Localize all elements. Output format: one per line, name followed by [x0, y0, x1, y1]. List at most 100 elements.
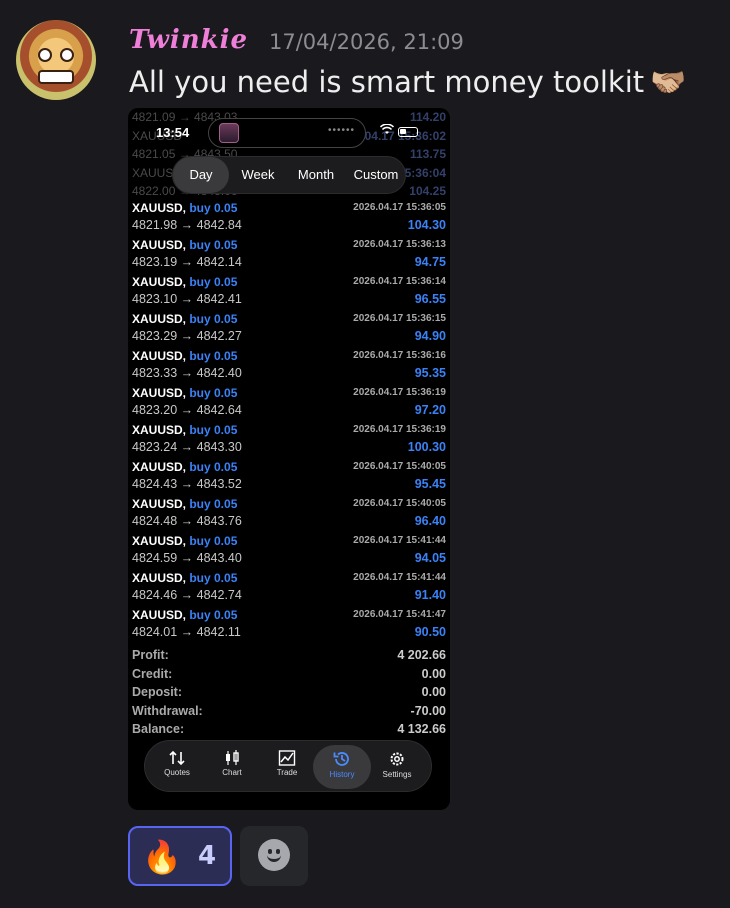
summary-label: Credit:	[132, 666, 173, 681]
trade-profit: 95.45	[414, 477, 446, 491]
tab-month[interactable]: Month	[287, 157, 345, 193]
trade-date: 2026.04.17 15:36:19	[353, 387, 446, 398]
trade-prices: 4823.20 → 4842.64	[132, 403, 242, 417]
trade-profit: 97.20	[414, 403, 446, 417]
summary-label: Profit:	[132, 648, 169, 662]
trade-date: 2026.04.17 15:41:47	[353, 609, 446, 620]
trade-row[interactable]: XAUUSD, buy 0.05 2026.04.17 15:41:44 4824.…	[132, 534, 446, 571]
trade-symbol: XAUUSD, buy 0.05	[132, 238, 238, 252]
user-avatar[interactable]	[16, 20, 96, 100]
message-body: All you need is smart money toolkit	[129, 65, 645, 99]
trade-row[interactable]: XAUUSD, buy 0.05 2026.04.17 15:36:15 4823.…	[132, 312, 446, 349]
trade-side: buy 0.05	[189, 497, 238, 511]
add-reaction-button[interactable]	[240, 826, 308, 886]
trade-symbol: XAUUSD, buy 0.05	[132, 275, 238, 289]
username[interactable]: Twinkie	[129, 25, 248, 55]
trade-row[interactable]: XAUUSD, buy 0.05 2026.04.17 15:41:44 4824.…	[132, 571, 446, 608]
trade-date: 2026.04.17 15:40:05	[353, 461, 446, 472]
trade-row[interactable]: XAUUSD, buy 0.05 2026.04.17 15:40:05 4824.…	[132, 460, 446, 497]
tab-custom[interactable]: Custom	[345, 157, 407, 193]
tab-quotes[interactable]: Quotes	[148, 745, 206, 789]
tab-settings[interactable]: Settings	[368, 745, 426, 789]
summary-value: 4 202.66	[397, 648, 446, 662]
trade-profit: 95.35	[414, 366, 446, 380]
trade-profit: 91.40	[414, 588, 446, 602]
trade-side: buy 0.05	[189, 201, 238, 215]
wifi-icon	[379, 123, 395, 138]
dynamic-island: ••••••	[208, 118, 366, 148]
trade-row[interactable]: XAUUSD, buy 0.05 2026.04.17 15:36:13 4823.…	[132, 238, 446, 275]
island-thumbnail	[219, 123, 239, 143]
trade-date: 2026.04.17 15:36:16	[353, 350, 446, 361]
trade-prices: 4823.10 → 4842.41	[132, 292, 242, 306]
trade-date: 2026.04.17 15:36:13	[353, 239, 446, 250]
trade-symbol: XAUUSD, buy 0.05	[132, 608, 238, 622]
settings-icon	[368, 750, 426, 768]
trade-row[interactable]: XAUUSD, buy 0.05 2026.04.17 15:36:19 4823.…	[132, 386, 446, 423]
trade-profit: 100.30	[407, 440, 446, 454]
tab-week[interactable]: Week	[229, 157, 287, 193]
tab-trade[interactable]: Trade	[258, 745, 316, 789]
handshake-emoji: 🫱🏼‍🫲🏽	[650, 65, 687, 99]
reaction-count: 4	[198, 841, 217, 871]
tab-label: Settings	[382, 770, 412, 779]
tab-day[interactable]: Day	[173, 157, 229, 193]
trade-side: buy 0.05	[189, 571, 238, 585]
trade-prices: 4823.29 → 4842.27	[132, 329, 242, 343]
trade-prices: 4824.46 → 4842.74	[132, 588, 242, 602]
trade-date: 2026.04.17 15:41:44	[353, 572, 446, 583]
trade-profit: 96.55	[414, 292, 446, 306]
trade-row[interactable]: XAUUSD, buy 0.05 2026.04.17 15:36:19 4823.…	[132, 423, 446, 460]
avatar-eye	[38, 48, 52, 62]
tab-label: History	[329, 770, 355, 779]
trade-symbol: XAUUSD, buy 0.05	[132, 201, 238, 215]
avatar-mouth	[38, 70, 74, 84]
trade-symbol: XAUUSD, buy 0.05	[132, 312, 238, 326]
trade-date: 2026.04.17 15:41:44	[353, 535, 446, 546]
island-dots: ••••••	[327, 125, 355, 136]
trade-side: buy 0.05	[189, 608, 238, 622]
chart-icon	[203, 750, 261, 766]
tab-chart[interactable]: Chart	[203, 745, 261, 789]
battery-icon	[398, 127, 418, 137]
trade-side: buy 0.05	[189, 386, 238, 400]
trade-row[interactable]: XAUUSD, buy 0.05 2026.04.17 15:40:05 4824.…	[132, 497, 446, 534]
tab-label: Chart	[222, 768, 242, 777]
trade-side: buy 0.05	[189, 534, 238, 548]
attached-screenshot[interactable]: 4821.09 → 4843.03 114.20 XAUUSD 2026.04.17 …	[128, 108, 450, 810]
trade-prices: 4823.33 → 4842.40	[132, 366, 242, 380]
trade-row[interactable]: XAUUSD, buy 0.05 2026.04.17 15:41:47 4824.…	[132, 608, 446, 645]
trade-prices: 4824.48 → 4843.76	[132, 514, 242, 528]
trade-prices: 4821.98 → 4842.84	[132, 218, 242, 232]
trade-symbol: XAUUSD, buy 0.05	[132, 349, 238, 363]
summary-value: -70.00	[410, 703, 446, 718]
ghost-value: 104.25	[409, 184, 446, 198]
trade-date: 2026.04.17 15:40:05	[353, 498, 446, 509]
trade-prices: 4823.24 → 4843.30	[132, 440, 242, 454]
status-clock: 13:54	[156, 125, 190, 140]
trade-row[interactable]: XAUUSD, buy 0.05 2026.04.17 15:36:05 4821.…	[132, 201, 446, 238]
fire-icon: 🔥	[142, 838, 182, 876]
summary-value: 0.00	[421, 685, 446, 699]
trade-symbol: XAUUSD, buy 0.05	[132, 571, 238, 585]
trade-icon	[258, 750, 316, 766]
history-icon	[313, 750, 371, 768]
trade-prices: 4824.43 → 4843.52	[132, 477, 242, 491]
summary-label: Deposit:	[132, 685, 182, 699]
trade-prices: 4823.19 → 4842.14	[132, 255, 242, 269]
period-selector: Day Week Month Custom	[172, 156, 406, 194]
smiley-icon	[258, 839, 290, 871]
trade-profit: 96.40	[414, 514, 446, 528]
trade-profit: 104.30	[407, 218, 446, 232]
tab-history[interactable]: History	[313, 745, 371, 789]
trade-side: buy 0.05	[189, 349, 238, 363]
trade-row[interactable]: XAUUSD, buy 0.05 2026.04.17 15:36:16 4823.…	[132, 349, 446, 386]
trade-side: buy 0.05	[189, 312, 238, 326]
trade-row[interactable]: XAUUSD, buy 0.05 2026.04.17 15:36:14 4823.…	[132, 275, 446, 312]
fire-reaction-button[interactable]: 🔥 4	[128, 826, 232, 886]
message-text: All you need is smart money toolkit 🫱🏼‍🫲🏽	[129, 65, 686, 100]
trade-date: 2026.04.17 15:36:19	[353, 424, 446, 435]
trade-symbol: XAUUSD, buy 0.05	[132, 423, 238, 437]
tab-label: Trade	[276, 768, 298, 777]
bottom-tab-bar: Quotes Chart Trade History Settings	[144, 740, 432, 792]
